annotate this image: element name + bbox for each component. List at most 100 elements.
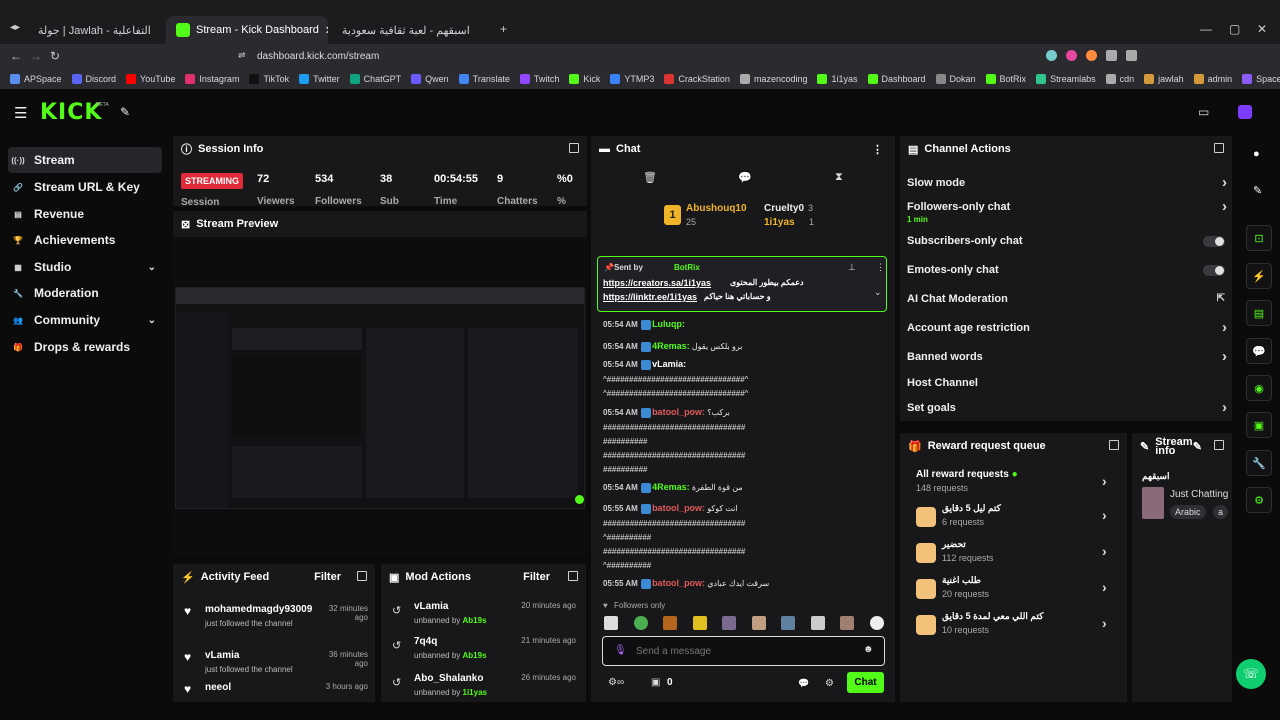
channel-action-set-goals[interactable]: Set goals › (907, 399, 1227, 416)
bookmark-22[interactable]: Spacemail (1242, 74, 1280, 84)
mod-action-by[interactable]: Ab19s (463, 616, 487, 625)
chat-message[interactable]: 05:55 AM batool_pow: انت كوكو (603, 503, 883, 514)
edit-icon[interactable]: ✎ (1253, 184, 1262, 197)
pin-icon[interactable]: ✎ (120, 105, 130, 119)
chat-message[interactable]: ########## (603, 437, 883, 446)
close-tab-icon[interactable]: ✕ (325, 24, 328, 37)
chat-message[interactable]: 05:55 AM batool_pow: سرقت ايدك عبادي (603, 578, 883, 589)
rail-button-6[interactable]: ▣ (1246, 412, 1272, 438)
chat-message[interactable]: ^###############################^ (603, 389, 883, 398)
tab-asbeqhom[interactable]: اسبقهم - لعبة ثقافية سعودية (332, 16, 496, 44)
chat-message[interactable]: 05:54 AM 4Remas: برو بلكس يقول (603, 341, 883, 352)
chat-bubble-icon[interactable]: 💬 (738, 171, 752, 184)
stream-preview-video[interactable] (175, 287, 585, 509)
reward-item[interactable]: تحضير 112 requests › (942, 539, 1117, 563)
reward-item[interactable]: طلب اغنية 20 requests › (942, 575, 1117, 599)
emote-icon[interactable] (840, 616, 855, 630)
toggle-switch[interactable] (1203, 265, 1225, 276)
site-info-icon[interactable]: ⇌ (238, 50, 246, 61)
bookmark-4[interactable]: TikTok (249, 74, 289, 84)
bookmark-1[interactable]: Discord (71, 74, 116, 84)
chat-message[interactable]: ^###############################^ (603, 375, 883, 384)
sidebar-item-stream[interactable]: ((·)) Stream (8, 147, 162, 173)
tab-kick-dashboard[interactable]: Stream - Kick Dashboard ✕ (166, 16, 328, 44)
reward-item[interactable]: كتم ليل 5 دقايق 6 requests › (942, 503, 1117, 527)
pinned-link[interactable]: https://creators.sa/1i1yas (603, 278, 711, 288)
mod-action-item[interactable]: vLamia unbanned by Ab19s (414, 601, 514, 625)
emote-icon[interactable] (722, 616, 737, 630)
bookmark-14[interactable]: 1i1yas (817, 74, 858, 84)
edit-icon[interactable]: ✎ (1193, 441, 1202, 452)
bookmark-12[interactable]: CrackStation (664, 74, 730, 84)
filter-button[interactable]: Filter (523, 571, 550, 583)
bookmark-0[interactable]: APSpace (10, 74, 62, 84)
hourglass-icon[interactable]: ⧗ (835, 171, 843, 184)
emote-icon[interactable] (604, 616, 618, 630)
more-icon[interactable]: ⋮ (872, 143, 883, 156)
sidebar-item-studio[interactable]: ▦ Studio ⌄ (8, 254, 162, 280)
unpin-icon[interactable]: ⊥ (848, 262, 856, 273)
chat-message[interactable]: ########## (603, 465, 883, 474)
emote-icon[interactable] (810, 616, 825, 630)
bookmark-5[interactable]: Twitter (299, 74, 340, 84)
minimize-icon[interactable]: — (1200, 22, 1212, 36)
reward-item[interactable]: كتم اللي معي لمدة 5 دقايق 10 requests › (942, 611, 1117, 635)
channel-action-host-channel[interactable]: Host Channel (907, 377, 1227, 391)
emote-icon[interactable] (663, 616, 678, 630)
filter-button[interactable]: Filter (314, 571, 341, 583)
pinned-link[interactable]: https://linktr.ee/1i1yas (603, 292, 697, 302)
back-button[interactable]: ← (10, 49, 22, 63)
popout-icon[interactable] (357, 571, 367, 581)
chat-message-input[interactable] (636, 644, 836, 658)
toggle-switch[interactable] (1203, 236, 1225, 247)
chat-message[interactable]: ################################ (603, 547, 883, 556)
bookmark-10[interactable]: Kick (569, 74, 600, 84)
avatar[interactable] (1238, 105, 1252, 119)
chat-username[interactable]: Luluqp: (652, 319, 685, 329)
close-window-icon[interactable]: ✕ (1257, 22, 1267, 36)
popout-icon[interactable] (1109, 440, 1119, 450)
bookmark-16[interactable]: Dokan (935, 74, 976, 84)
emote-icon[interactable] (869, 616, 884, 630)
chat-input-box[interactable]: 🎙 ☻ (602, 636, 885, 666)
chat-message[interactable]: ################################ (603, 423, 883, 432)
bookmark-9[interactable]: Twitch (519, 74, 559, 84)
popout-icon[interactable] (568, 571, 578, 581)
chat-username[interactable]: 4Remas: (652, 341, 690, 351)
pinned-message[interactable]: 📌 Sent by BotRix ⊥ ⋮ https://creators.sa… (597, 256, 887, 312)
channel-action-slow-mode[interactable]: Slow mode › (907, 174, 1227, 191)
bookmark-2[interactable]: YouTube (126, 74, 175, 84)
points-icon[interactable]: ⚙∞ (608, 677, 624, 688)
extension-icon[interactable] (1066, 50, 1077, 61)
popout-icon[interactable] (1214, 440, 1224, 450)
rail-button-1[interactable]: ⊡ (1246, 225, 1272, 251)
bookmark-7[interactable]: Qwen (411, 74, 449, 84)
emote-icon[interactable] (751, 616, 766, 630)
bookmark-11[interactable]: YTMP3 (610, 74, 654, 84)
trash-icon[interactable]: 🗑 (643, 171, 657, 184)
chat-message[interactable]: 05:54 AM vLamia: (603, 359, 883, 370)
expand-icon[interactable]: ⌄ (874, 287, 882, 298)
bookmark-20[interactable]: jawlah (1144, 74, 1184, 84)
activity-item[interactable]: neeol (205, 682, 315, 693)
extension-icon[interactable] (1086, 50, 1097, 61)
chat-username[interactable]: batool_pow: (652, 407, 705, 417)
emoji-icon[interactable]: ☻ (863, 644, 874, 655)
rail-button-8[interactable]: ⚙ (1246, 487, 1272, 513)
chat-bubble-icon[interactable]: 💬 (798, 678, 809, 689)
channel-action-account-age-restriction[interactable]: Account age restriction › (907, 319, 1227, 336)
popout-icon[interactable] (1214, 143, 1224, 153)
settings-icon[interactable]: ⚙ (825, 678, 834, 689)
chat-username[interactable]: 4Remas: (652, 482, 690, 492)
bookmark-17[interactable]: BotRix (985, 74, 1026, 84)
activity-item[interactable]: mohamedmagdy93009 just followed the chann… (205, 604, 315, 628)
channel-action-banned-words[interactable]: Banned words › (907, 348, 1227, 365)
chat-message[interactable]: ^########## (603, 533, 883, 542)
chat-message[interactable]: ################################ (603, 519, 883, 528)
info-icon[interactable]: ● (1253, 148, 1260, 160)
bookmark-19[interactable]: cdn (1105, 74, 1134, 84)
bookmark-18[interactable]: Streamlabs (1036, 74, 1096, 84)
bookmark-21[interactable]: admin (1193, 74, 1232, 84)
url-field[interactable]: dashboard.kick.com/stream (257, 51, 379, 62)
sidebar-item-drops-rewards[interactable]: 🎁 Drops & rewards (8, 334, 162, 360)
